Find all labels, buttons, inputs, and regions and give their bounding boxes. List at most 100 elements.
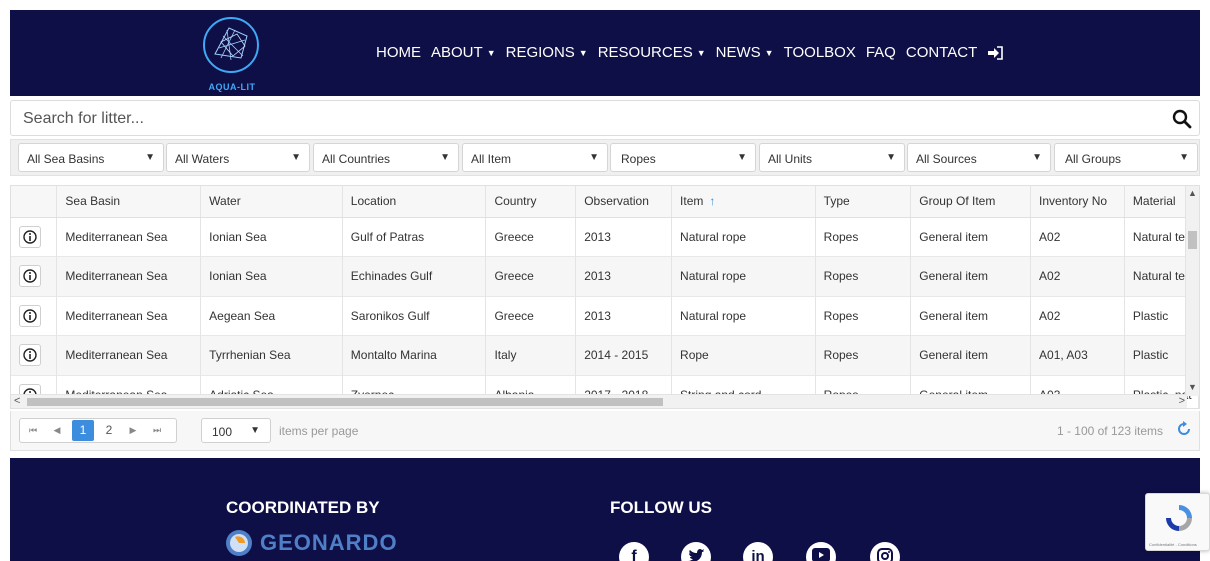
nav-toolbox[interactable]: TOOLBOX	[784, 44, 856, 61]
cell-group: General item	[910, 335, 1032, 375]
cell-country: Greece	[485, 296, 577, 336]
login-icon[interactable]	[987, 45, 1004, 60]
caret-down-icon: ▼	[250, 425, 260, 436]
cell-item: Natural rope	[671, 296, 816, 336]
linkedin-icon[interactable]: in	[743, 542, 773, 561]
site-footer: COORDINATED BY FOLLOW US GEONARDO f in	[10, 458, 1200, 561]
nav-news[interactable]: NEWS ▼	[716, 44, 774, 61]
sort-ascending-icon: ↑	[709, 194, 716, 209]
instagram-icon[interactable]	[870, 542, 900, 561]
youtube-icon[interactable]	[806, 542, 836, 561]
filter-countries[interactable]: All Countries ▼	[313, 143, 459, 172]
scroll-right-icon[interactable]: >	[1179, 395, 1185, 407]
cell-type: Ropes	[815, 335, 912, 375]
table-row: Mediterranean Sea Aegean Sea Saronikos G…	[11, 296, 1199, 336]
logo-globe-icon	[203, 17, 259, 73]
cell-inventory: A01, A03	[1030, 335, 1125, 375]
filter-item[interactable]: All Item ▼	[462, 143, 608, 172]
horizontal-scroll-thumb[interactable]	[27, 398, 663, 406]
next-page-icon[interactable]: ▶	[122, 419, 144, 441]
filter-units[interactable]: All Units ▼	[759, 143, 905, 172]
cell-location: Echinades Gulf	[342, 256, 487, 296]
page-2-button[interactable]: 2	[98, 419, 120, 441]
cell-sea-basin: Mediterranean Sea	[56, 217, 202, 257]
cell-type: Ropes	[815, 256, 912, 296]
caret-down-icon: ▼	[886, 152, 896, 163]
cell-location: Saronikos Gulf	[342, 296, 487, 336]
cell-inventory: A02	[1030, 296, 1125, 336]
cell-type: Ropes	[815, 296, 912, 336]
geonardo-logo-icon	[226, 530, 252, 556]
header-info	[11, 186, 58, 218]
cell-item: Natural rope	[671, 217, 816, 257]
header-group-of-item[interactable]: Group Of Item	[910, 186, 1032, 218]
recaptcha-badge[interactable]: Confidentialité - Conditions	[1145, 493, 1210, 551]
cell-observation: 2013	[575, 296, 673, 336]
info-icon	[23, 230, 37, 244]
header-country[interactable]: Country	[485, 186, 577, 218]
header-inventory-no[interactable]: Inventory No	[1030, 186, 1125, 218]
filter-groups[interactable]: All Groups ▼	[1054, 143, 1198, 172]
nav-resources[interactable]: RESOURCES ▼	[598, 44, 706, 61]
nav-faq[interactable]: FAQ	[866, 44, 896, 61]
prev-page-icon[interactable]: ◀	[46, 419, 68, 441]
info-button[interactable]	[19, 304, 41, 327]
caret-down-icon: ▼	[1032, 152, 1042, 163]
table-row: Mediterranean Sea Tyrrhenian Sea Montalt…	[11, 335, 1199, 375]
aqua-lit-logo[interactable]: AQUA-LIT	[198, 14, 266, 94]
cell-group: General item	[910, 256, 1032, 296]
filter-type[interactable]: Ropes ▼	[610, 143, 756, 172]
caret-down-icon: ▼	[486, 47, 496, 58]
cell-sea-basin: Mediterranean Sea	[56, 296, 202, 336]
last-page-icon[interactable]: ⏭	[146, 419, 168, 441]
site-header: AQUA-LIT HOME ABOUT ▼ REGIONS ▼ RESOURCES ▼…	[10, 10, 1200, 96]
filter-sources[interactable]: All Sources ▼	[907, 143, 1051, 172]
refresh-icon[interactable]	[1175, 420, 1193, 438]
caret-down-icon: ▼	[578, 47, 588, 58]
data-table: Sea Basin Water Location Country Observa…	[11, 186, 1199, 408]
scroll-left-icon[interactable]: <	[14, 395, 20, 407]
search-icon[interactable]	[1171, 108, 1193, 130]
main-nav: HOME ABOUT ▼ REGIONS ▼ RESOURCES ▼ NEWS ▼ TO…	[376, 44, 1013, 61]
scroll-up-icon[interactable]: ▲	[1188, 188, 1197, 198]
info-button[interactable]	[19, 225, 41, 248]
pager: ⏮ ◀ 1 2 ▶ ⏭ 100 ▼ items per page 1 - 100…	[10, 411, 1200, 451]
cell-observation: 2014 - 2015	[575, 335, 673, 375]
filter-sea-basin[interactable]: All Sea Basins ▼	[18, 143, 164, 172]
filter-waters[interactable]: All Waters ▼	[166, 143, 310, 172]
header-location[interactable]: Location	[342, 186, 487, 218]
header-observation[interactable]: Observation	[575, 186, 673, 218]
page-1-button[interactable]: 1	[72, 420, 94, 441]
cell-water: Tyrrhenian Sea	[200, 335, 343, 375]
vertical-scrollbar[interactable]: ▲ ▼	[1185, 186, 1199, 396]
items-per-page-label: items per page	[279, 424, 359, 438]
cell-group: General item	[910, 296, 1032, 336]
caret-down-icon: ▼	[291, 152, 301, 163]
info-button[interactable]	[19, 344, 41, 367]
cell-observation: 2013	[575, 256, 673, 296]
nav-contact[interactable]: CONTACT	[906, 44, 977, 61]
info-icon	[23, 348, 37, 362]
geonardo-logo[interactable]: GEONARDO	[224, 528, 398, 558]
first-page-icon[interactable]: ⏮	[22, 419, 44, 441]
cell-inventory: A02	[1030, 256, 1125, 296]
cell-item: Natural rope	[671, 256, 816, 296]
nav-about[interactable]: ABOUT ▼	[431, 44, 496, 61]
vertical-scroll-thumb[interactable]	[1188, 231, 1197, 249]
items-per-page-select[interactable]: 100 ▼	[201, 418, 271, 443]
twitter-icon[interactable]	[681, 542, 711, 561]
litter-table: Sea Basin Water Location Country Observa…	[10, 185, 1200, 409]
header-water[interactable]: Water	[200, 186, 343, 218]
header-sea-basin[interactable]: Sea Basin	[56, 186, 202, 218]
filter-bar: All Sea Basins ▼ All Waters ▼ All Countrie…	[10, 139, 1200, 176]
horizontal-scrollbar[interactable]: < >	[11, 394, 1187, 408]
facebook-icon[interactable]: f	[619, 542, 649, 561]
nav-regions[interactable]: REGIONS ▼	[506, 44, 588, 61]
nav-home[interactable]: HOME	[376, 44, 421, 61]
info-button[interactable]	[19, 265, 41, 288]
header-item[interactable]: Item ↑	[671, 186, 816, 218]
header-type[interactable]: Type	[815, 186, 912, 218]
search-input[interactable]	[23, 107, 1143, 131]
scroll-down-icon[interactable]: ▼	[1188, 382, 1197, 392]
cell-country: Greece	[485, 217, 577, 257]
